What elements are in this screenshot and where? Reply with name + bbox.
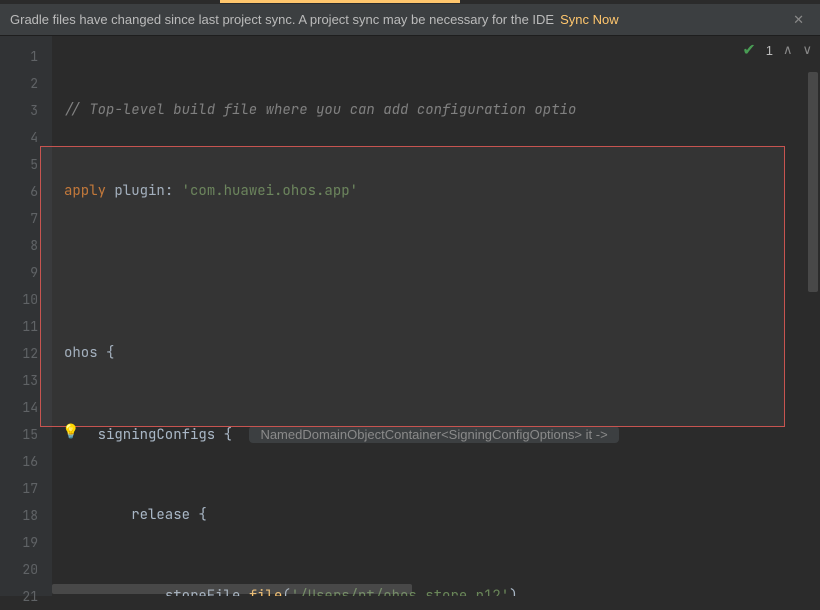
- code-area[interactable]: // Top-level build file where you can ad…: [52, 36, 820, 596]
- notice-text: Gradle files have changed since last pro…: [10, 12, 554, 27]
- close-icon[interactable]: ✕: [787, 12, 810, 28]
- tok-plugin-val: 'com.huawei.ohos.app': [182, 182, 358, 200]
- tok-ohos: ohos: [64, 344, 106, 362]
- inlay-hint-signing: NamedDomainObjectContainer<SigningConfig…: [249, 426, 619, 443]
- intention-bulb-icon[interactable]: 💡: [62, 423, 79, 441]
- line-number-gutter: 123456789101112131415161718192021: [0, 36, 52, 596]
- scrollbar-thumb-v[interactable]: [808, 72, 818, 292]
- scrollbar-thumb-h[interactable]: [52, 584, 412, 594]
- code-editor[interactable]: 123456789101112131415161718192021 // Top…: [0, 36, 820, 596]
- tok-release: release: [131, 506, 198, 524]
- sync-now-link[interactable]: Sync Now: [560, 12, 619, 27]
- tok-signing: signingConfigs: [98, 426, 224, 444]
- tok-colon: :: [165, 182, 182, 200]
- tok-plugin: plugin: [114, 182, 164, 200]
- horizontal-scrollbar[interactable]: [52, 584, 806, 594]
- vertical-scrollbar[interactable]: [808, 72, 818, 562]
- tok-apply: apply: [64, 182, 114, 200]
- sync-notice-bar: Gradle files have changed since last pro…: [0, 4, 820, 36]
- active-tab-underline: [0, 0, 820, 4]
- code-comment: // Top-level build file where you can ad…: [64, 101, 576, 119]
